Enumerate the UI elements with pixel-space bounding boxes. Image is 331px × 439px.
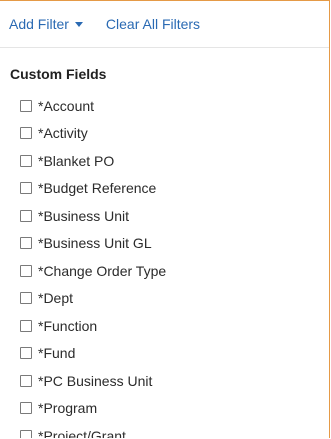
checkbox[interactable] (20, 154, 32, 167)
checkbox[interactable] (20, 347, 32, 360)
add-filter-label: Add Filter (9, 16, 69, 32)
list-item[interactable]: *PC Business Unit (8, 367, 329, 395)
checkbox[interactable] (20, 264, 32, 277)
item-label: *Fund (38, 345, 76, 362)
checkbox[interactable] (20, 237, 32, 250)
item-label: *PC Business Unit (38, 372, 153, 389)
list-item[interactable]: *Project/Grant (8, 422, 329, 438)
clear-all-filters-link[interactable]: Clear All Filters (106, 16, 200, 32)
item-label: *Business Unit GL (38, 235, 152, 252)
list-item[interactable]: *Account (8, 92, 329, 120)
item-label: *Change Order Type (38, 262, 167, 279)
item-label: *Function (38, 317, 98, 334)
list-item[interactable]: *Business Unit (8, 202, 329, 230)
list-item[interactable]: *Business Unit GL (8, 230, 329, 258)
list-item[interactable]: *Activity (8, 120, 329, 148)
list-item[interactable]: *Blanket PO (8, 147, 329, 175)
checkbox[interactable] (20, 292, 32, 305)
list-item[interactable]: *Budget Reference (8, 175, 329, 203)
item-label: *Project/Grant (38, 427, 126, 438)
checkbox[interactable] (20, 127, 32, 140)
list-item[interactable]: *Program (8, 395, 329, 423)
item-label: *Activity (38, 125, 88, 142)
list-item[interactable]: *Fund (8, 340, 329, 368)
custom-fields-section: Custom Fields *Account *Activity *Blanke… (0, 48, 329, 438)
checkbox[interactable] (20, 99, 32, 112)
checkbox[interactable] (20, 182, 32, 195)
add-filter-dropdown[interactable]: Add Filter (9, 16, 83, 32)
item-label: *Budget Reference (38, 180, 157, 197)
list-item[interactable]: *Change Order Type (8, 257, 329, 285)
section-title: Custom Fields (10, 66, 107, 82)
item-label: *Account (38, 97, 95, 114)
checkbox[interactable] (20, 429, 32, 438)
item-label: *Program (38, 400, 98, 417)
checkbox[interactable] (20, 374, 32, 387)
item-label: *Blanket PO (38, 152, 115, 169)
filter-toolbar: Add Filter Clear All Filters (0, 1, 329, 48)
checkbox[interactable] (20, 402, 32, 415)
filter-panel: Add Filter Clear All Filters Custom Fiel… (0, 0, 330, 438)
custom-fields-list: *Account *Activity *Blanket PO *Budget R… (8, 92, 329, 438)
caret-down-icon (74, 22, 83, 27)
item-label: *Business Unit (38, 207, 130, 224)
list-item[interactable]: *Function (8, 312, 329, 340)
checkbox[interactable] (20, 209, 32, 222)
item-label: *Dept (38, 290, 74, 307)
list-item[interactable]: *Dept (8, 285, 329, 313)
checkbox[interactable] (20, 319, 32, 332)
